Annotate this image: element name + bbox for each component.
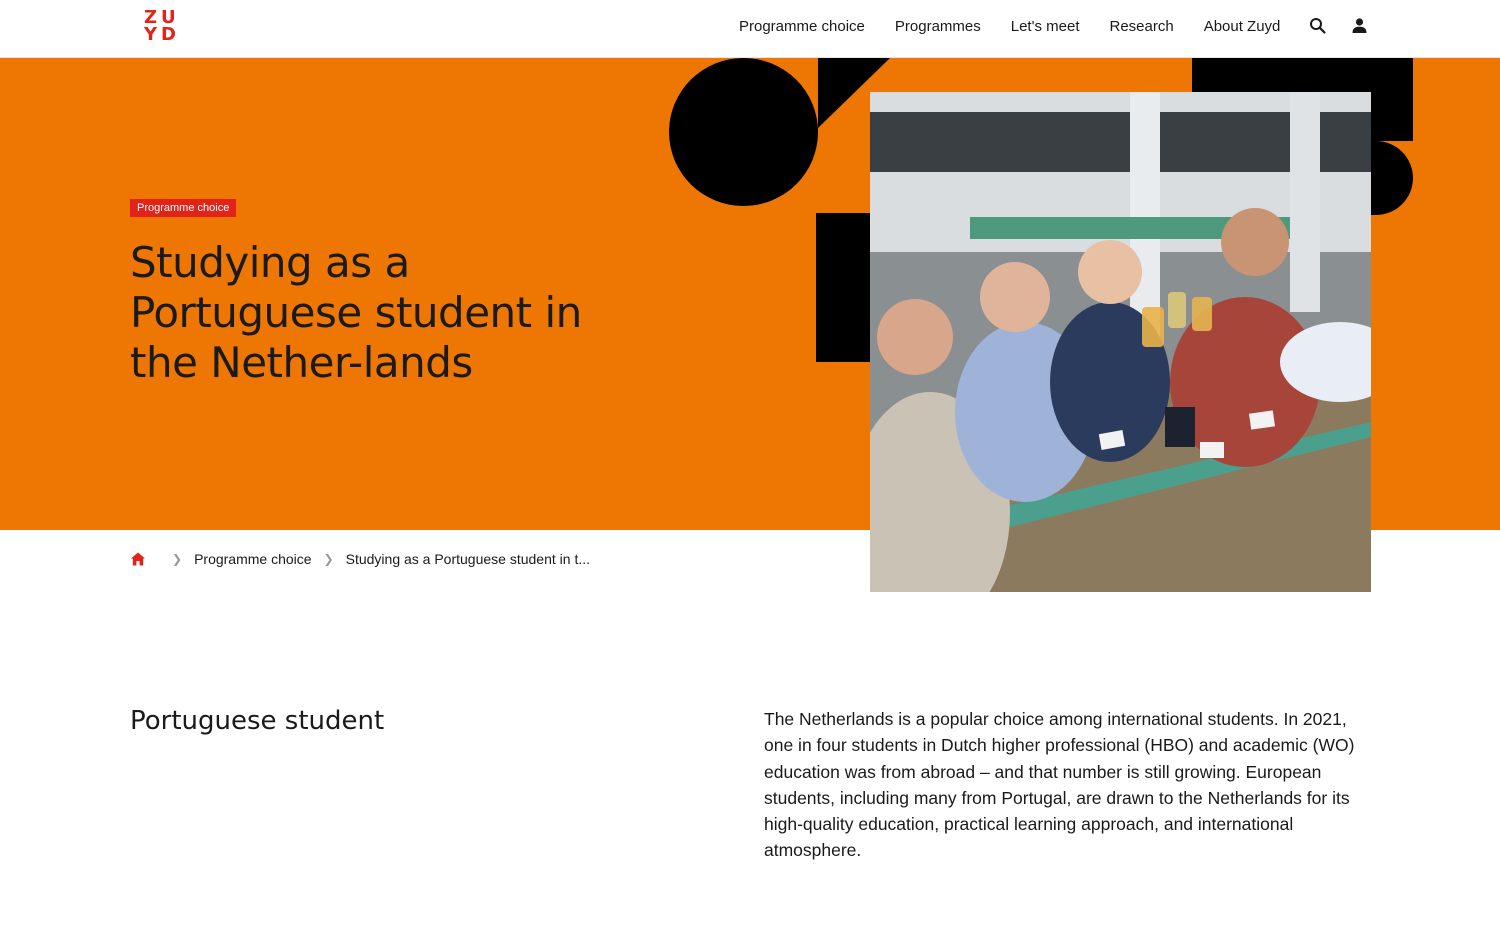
main-nav: Programme choice Programmes Let's meet R… <box>724 0 1295 52</box>
chevron-right-icon: ❯ <box>172 552 183 566</box>
decorative-circle <box>669 58 818 206</box>
nav-programme-choice[interactable]: Programme choice <box>739 18 865 35</box>
nav-about-zuyd[interactable]: About Zuyd <box>1204 18 1281 35</box>
breadcrumb-programme-choice[interactable]: Programme choice <box>194 551 312 567</box>
nav-research[interactable]: Research <box>1109 18 1173 35</box>
decorative-rectangle <box>816 213 872 362</box>
search-icon[interactable] <box>1309 17 1327 35</box>
breadcrumb: ❯ Programme choice ❯ Studying as a Portu… <box>130 548 590 570</box>
chevron-right-icon: ❯ <box>323 552 334 566</box>
section-heading: Portuguese student <box>130 706 385 736</box>
site-header: ZU YD Programme choice Programmes Let's … <box>0 0 1500 58</box>
nav-programmes[interactable]: Programmes <box>895 18 981 35</box>
zuyd-logo[interactable]: ZU YD <box>144 9 182 47</box>
decorative-semicircle <box>1370 141 1413 215</box>
logo-line-2: YD <box>144 24 180 45</box>
page-title: Studying as a Portuguese student in the … <box>130 238 582 387</box>
intro-paragraph: The Netherlands is a popular choice amon… <box>764 709 1355 861</box>
category-tag[interactable]: Programme choice <box>130 199 237 217</box>
user-icon[interactable] <box>1351 17 1368 34</box>
nav-lets-meet[interactable]: Let's meet <box>1011 18 1080 35</box>
hero-photo <box>870 92 1371 592</box>
breadcrumb-current: Studying as a Portuguese student in t... <box>345 551 591 567</box>
home-icon[interactable] <box>130 551 146 567</box>
